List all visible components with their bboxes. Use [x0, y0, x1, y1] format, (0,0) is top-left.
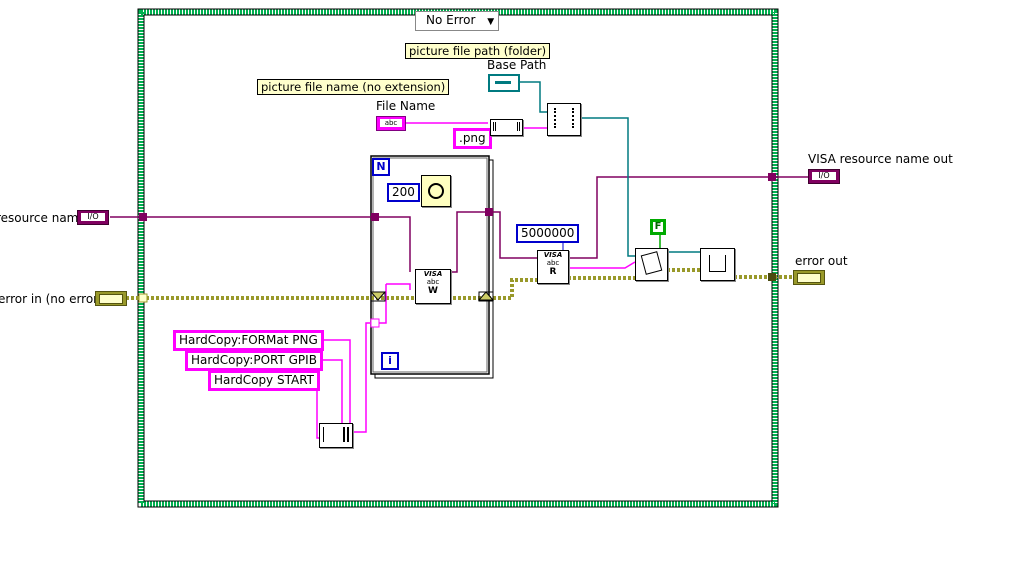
error-out-indicator[interactable]: [793, 270, 825, 285]
error-tunnel-left: [138, 293, 148, 303]
build-path-function[interactable]: [547, 103, 581, 136]
comment-folder-path: picture file path (folder): [405, 43, 551, 59]
hardcopy-port-command[interactable]: HardCopy:PORT GPIB: [185, 350, 323, 371]
extension-constant[interactable]: .png: [453, 128, 492, 149]
boolean-false-constant[interactable]: F: [650, 219, 666, 235]
error-in-control[interactable]: [95, 291, 127, 306]
label-error-in: error in (no error): [0, 292, 103, 306]
error-tunnel-right: [768, 273, 776, 281]
visa-resource-wire: [110, 216, 411, 272]
visa-resource-indicator[interactable]: I/O: [808, 169, 840, 184]
path-icon: [495, 81, 511, 84]
close-file-icon: [709, 255, 726, 272]
string-terminal-icon: abc: [380, 119, 402, 127]
label-error-out: error out: [795, 254, 848, 268]
label-file-name: File Name: [376, 99, 436, 113]
wait-ms-constant[interactable]: 200: [387, 183, 420, 202]
io-terminal-icon: I/O: [812, 172, 836, 180]
write-file-icon: [640, 251, 663, 275]
close-file-function[interactable]: [700, 248, 735, 281]
wait-ms-function[interactable]: [421, 175, 451, 207]
concatenate-strings-function[interactable]: [490, 119, 523, 136]
cluster-icon: [99, 294, 123, 304]
clock-icon: [428, 183, 444, 199]
visa-write-function[interactable]: VISA abc W: [415, 269, 451, 304]
label-visa-out: VISA resource name out: [808, 152, 953, 166]
visa-tunnel-loop: [371, 213, 379, 221]
case-selector-value: No Error: [426, 13, 476, 27]
cluster-icon: [797, 273, 821, 283]
build-path-icon: [554, 108, 574, 128]
hardcopy-start-command[interactable]: HardCopy START: [208, 370, 320, 391]
visa-read-abc: abc: [546, 259, 560, 267]
write-w-icon: W: [428, 286, 438, 296]
file-name-control[interactable]: abc: [376, 116, 406, 131]
base-path-control[interactable]: [488, 74, 520, 92]
label-resource-in: resource name: [0, 211, 86, 225]
chevron-down-icon[interactable]: ▼: [487, 17, 494, 27]
read-r-icon: R: [549, 267, 557, 277]
loop-count-terminal: N: [372, 158, 390, 176]
visa-read-function[interactable]: VISA abc R: [537, 250, 569, 284]
visa-tunnel-loop-right: [485, 208, 493, 216]
visa-resource-control[interactable]: I/O: [77, 210, 109, 225]
build-array-icon: [323, 427, 349, 442]
build-array-function[interactable]: [319, 423, 353, 448]
visa-tunnel-right: [768, 173, 776, 181]
visa-tunnel-left: [139, 213, 147, 221]
hardcopy-format-command[interactable]: HardCopy:FORMat PNG: [173, 330, 324, 351]
visa-write-abc: abc: [426, 278, 440, 286]
case-selector[interactable]: No Error ▼: [415, 11, 500, 31]
visa-write-label: VISA: [423, 270, 443, 278]
concatenate-icon: [493, 122, 520, 131]
read-count-constant[interactable]: 5000000: [516, 224, 580, 243]
loop-iteration-terminal: i: [381, 352, 399, 370]
label-base-path: Base Path: [487, 58, 547, 72]
io-terminal-icon: I/O: [81, 213, 105, 221]
comment-file-name: picture file name (no extension): [257, 79, 450, 95]
visa-read-label: VISA: [543, 251, 563, 259]
write-binary-file-function[interactable]: [635, 248, 668, 281]
string-tunnel-loop: [370, 318, 380, 328]
